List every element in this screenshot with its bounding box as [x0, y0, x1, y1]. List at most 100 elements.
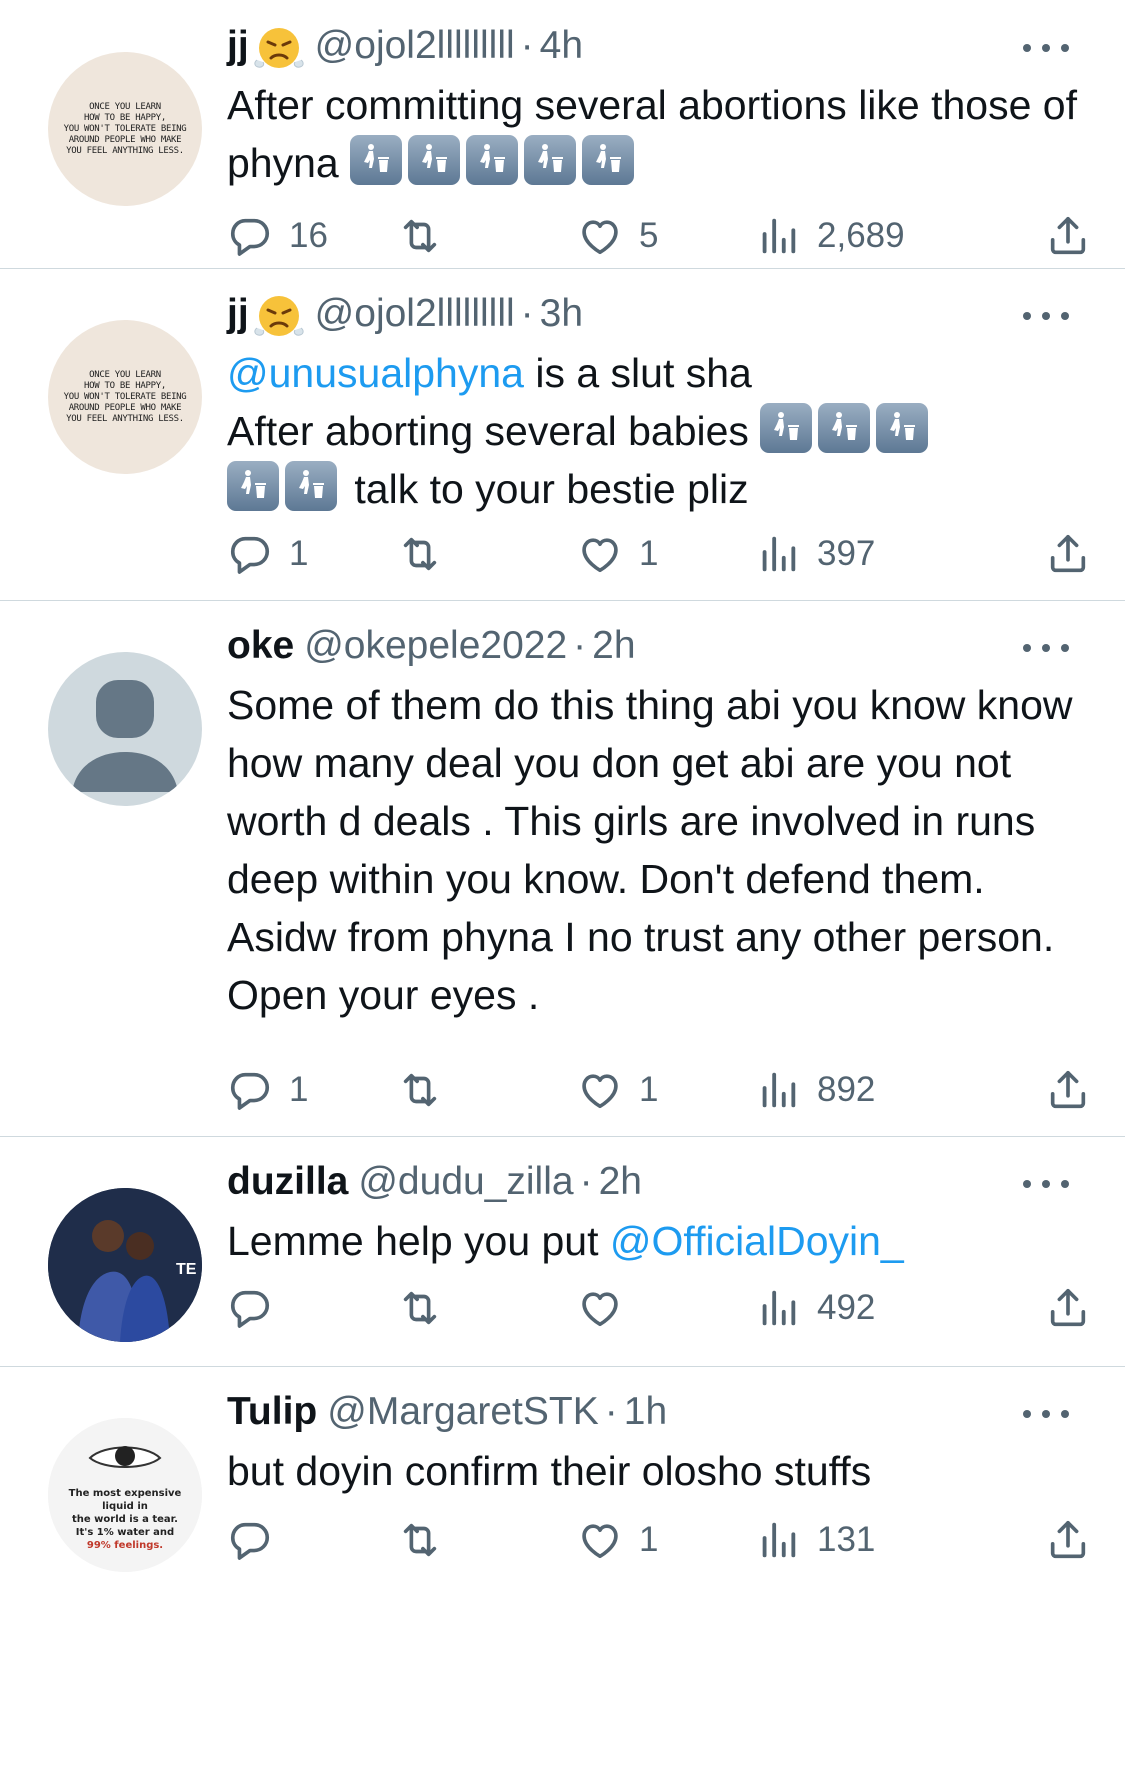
- tweet-text-line: talk to your bestie pliz: [343, 466, 749, 512]
- views-button[interactable]: 2,689: [755, 206, 905, 266]
- avatar-text: YOU FEEL ANYTHING LESS.: [66, 145, 184, 156]
- views-button[interactable]: 131: [755, 1510, 875, 1570]
- share-button[interactable]: [1045, 524, 1091, 584]
- views-button[interactable]: 892: [755, 1060, 875, 1120]
- tweet-header: duzilla @dudu_zilla · 2h: [227, 1152, 1095, 1212]
- avatar[interactable]: ONCE YOU LEARN HOW TO BE HAPPY, YOU WON'…: [48, 52, 202, 206]
- display-name[interactable]: jj: [227, 292, 249, 336]
- tweet-text: but doyin confirm their olosho stuffs: [227, 1448, 872, 1494]
- avatar-text: AROUND PEOPLE WHO MAKE: [68, 402, 182, 413]
- share-button[interactable]: [1045, 206, 1091, 266]
- reply-count: 1: [289, 534, 309, 573]
- views-icon: [755, 531, 801, 577]
- like-count: 1: [639, 1520, 659, 1559]
- user-handle[interactable]: @dudu_zilla: [358, 1160, 573, 1204]
- more-options-icon[interactable]: [1021, 38, 1071, 58]
- share-icon: [1045, 1285, 1091, 1331]
- timestamp[interactable]: 2h: [592, 624, 635, 668]
- reply-icon: [227, 213, 273, 259]
- display-name[interactable]: duzilla: [227, 1160, 348, 1204]
- reply-count: 16: [289, 216, 328, 255]
- reply-count: 1: [289, 1070, 309, 1109]
- tweet-text-body: Lemme help you put: [227, 1218, 610, 1264]
- tweet[interactable]: ONCE YOU LEARN HOW TO BE HAPPY, YOU WON'…: [0, 268, 1125, 601]
- put-litter-in-its-place-icon: [524, 135, 577, 185]
- display-name[interactable]: Tulip: [227, 1390, 317, 1434]
- profile-photo: TE: [48, 1188, 202, 1342]
- user-handle[interactable]: @ojol2lllllllll: [315, 24, 515, 68]
- retweet-button[interactable]: [397, 1278, 443, 1338]
- share-button[interactable]: [1045, 1060, 1091, 1120]
- put-litter-in-its-place-icon: [408, 135, 461, 185]
- tweet[interactable]: ONCE YOU LEARN HOW TO BE HAPPY, YOU WON'…: [0, 0, 1125, 269]
- like-count: 5: [639, 216, 659, 255]
- tweet-header: Tulip @MargaretSTK · 1h: [227, 1382, 1095, 1442]
- heart-icon: [577, 1285, 623, 1331]
- retweet-icon: [397, 1285, 443, 1331]
- like-count: 1: [639, 1070, 659, 1109]
- share-button[interactable]: [1045, 1278, 1091, 1338]
- like-button[interactable]: 5: [577, 206, 658, 266]
- more-options-icon[interactable]: [1021, 306, 1071, 326]
- like-button[interactable]: 1: [577, 1060, 658, 1120]
- separator-dot: ·: [579, 1160, 593, 1203]
- view-count: 892: [817, 1070, 876, 1109]
- share-icon: [1045, 531, 1091, 577]
- timestamp[interactable]: 4h: [540, 24, 583, 68]
- more-options-icon[interactable]: [1021, 1174, 1071, 1194]
- like-button[interactable]: 1: [577, 1510, 658, 1570]
- more-options-icon[interactable]: [1021, 638, 1071, 658]
- tweet[interactable]: The most expensive liquid in the world i…: [0, 1366, 1125, 1774]
- put-litter-in-its-place-icon: [227, 461, 279, 511]
- heart-icon: [577, 1067, 623, 1113]
- avatar-text: YOU WON'T TOLERATE BEING: [63, 123, 187, 134]
- mention-link[interactable]: @unusualphyna: [227, 350, 524, 396]
- avatar-text: 99% feelings.: [87, 1540, 163, 1551]
- share-icon: [1045, 1067, 1091, 1113]
- timestamp[interactable]: 2h: [599, 1160, 642, 1204]
- reply-button[interactable]: 1: [227, 524, 308, 584]
- retweet-button[interactable]: [397, 1510, 443, 1570]
- avatar[interactable]: TE: [48, 1188, 202, 1342]
- reply-icon: [227, 1517, 273, 1563]
- avatar-text: liquid in: [102, 1501, 148, 1512]
- timestamp[interactable]: 3h: [540, 292, 583, 336]
- views-icon: [755, 1517, 801, 1563]
- more-options-icon[interactable]: [1021, 1404, 1071, 1424]
- retweet-button[interactable]: [397, 206, 443, 266]
- reply-button[interactable]: 16: [227, 206, 328, 266]
- put-litter-in-its-place-icon: [350, 135, 403, 185]
- display-name[interactable]: jj: [227, 24, 249, 68]
- tweet[interactable]: oke @okepele2022 · 2h Some of them do th…: [0, 600, 1125, 1137]
- views-button[interactable]: 492: [755, 1278, 875, 1338]
- mention-link[interactable]: @OfficialDoyin_: [610, 1218, 904, 1264]
- reply-button[interactable]: 1: [227, 1060, 308, 1120]
- avatar[interactable]: ONCE YOU LEARN HOW TO BE HAPPY, YOU WON'…: [48, 320, 202, 474]
- display-name[interactable]: oke: [227, 624, 294, 668]
- like-button[interactable]: [577, 1278, 639, 1338]
- user-handle[interactable]: @MargaretSTK: [327, 1390, 599, 1434]
- avatar[interactable]: [48, 652, 202, 806]
- like-button[interactable]: 1: [577, 524, 658, 584]
- avatar-text: TE: [176, 1261, 197, 1278]
- user-handle[interactable]: @ojol2lllllllll: [315, 292, 515, 336]
- views-icon: [755, 1067, 801, 1113]
- separator-dot: ·: [520, 292, 534, 335]
- avatar[interactable]: The most expensive liquid in the world i…: [48, 1418, 202, 1572]
- share-button[interactable]: [1045, 1510, 1091, 1570]
- tweet-header: jj @ojol2lllllllll · 4h: [227, 16, 1095, 76]
- view-count: 492: [817, 1288, 876, 1327]
- tweet[interactable]: TE duzilla @dudu_zilla · 2h Lemme help y…: [0, 1136, 1125, 1367]
- put-litter-in-its-place-icon: [466, 135, 519, 185]
- face-with-steam-emoji-icon: [253, 20, 305, 72]
- retweet-button[interactable]: [397, 524, 443, 584]
- reply-icon: [227, 1067, 273, 1113]
- reply-button[interactable]: [227, 1510, 289, 1570]
- retweet-button[interactable]: [397, 1060, 443, 1120]
- user-handle[interactable]: @okepele2022: [304, 624, 567, 668]
- avatar-text: The most expensive: [69, 1488, 182, 1499]
- views-button[interactable]: 397: [755, 524, 875, 584]
- tweet-text-line: is a slut sha: [523, 350, 752, 396]
- timestamp[interactable]: 1h: [624, 1390, 667, 1434]
- reply-button[interactable]: [227, 1278, 289, 1338]
